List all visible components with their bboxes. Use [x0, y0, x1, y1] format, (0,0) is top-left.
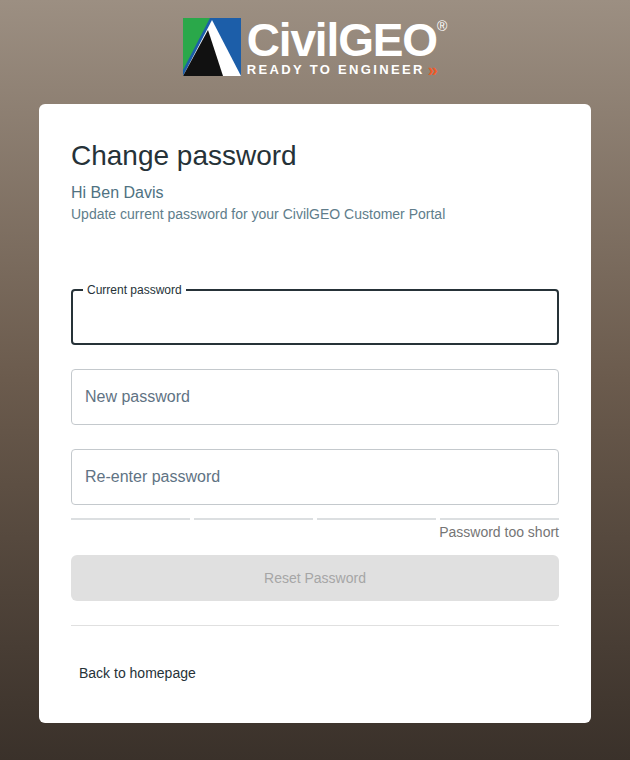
- password-field[interactable]: Current password: [71, 289, 559, 345]
- subtitle: Update current password for your CivilGE…: [71, 204, 559, 224]
- strength-meter: [71, 518, 559, 520]
- logo-name: CivilGEO: [247, 18, 437, 62]
- card-title: Change password: [71, 138, 559, 174]
- strength-segment: [71, 518, 190, 520]
- change-password-card: Change password Hi Ben DavisUpdate curren…: [39, 104, 591, 723]
- password-field[interactable]: [71, 449, 559, 505]
- reset-password-button[interactable]: Reset Password: [71, 555, 559, 601]
- password-field[interactable]: [71, 369, 559, 425]
- logo-arrows: »: [428, 62, 438, 78]
- strength-segment: [194, 518, 313, 520]
- fields: Current password: [71, 289, 559, 505]
- divider: [71, 625, 559, 626]
- greeting: Hi Ben Davis: [71, 182, 559, 204]
- strength-segment: [440, 518, 559, 520]
- civilgeo-logo-icon: [183, 18, 241, 76]
- field-label: Current password: [83, 282, 186, 298]
- logo-registered: ®: [437, 18, 447, 34]
- page: CivilGEO® READY TO ENGINEER» Change passwo…: [0, 0, 630, 760]
- logo: CivilGEO® READY TO ENGINEER»: [183, 18, 448, 78]
- strength-segment: [317, 518, 436, 520]
- logo-tagline: READY TO ENGINEER: [247, 62, 425, 78]
- strength-text: Password too short: [439, 522, 559, 542]
- back-to-homepage-link[interactable]: Back to homepage: [79, 663, 196, 683]
